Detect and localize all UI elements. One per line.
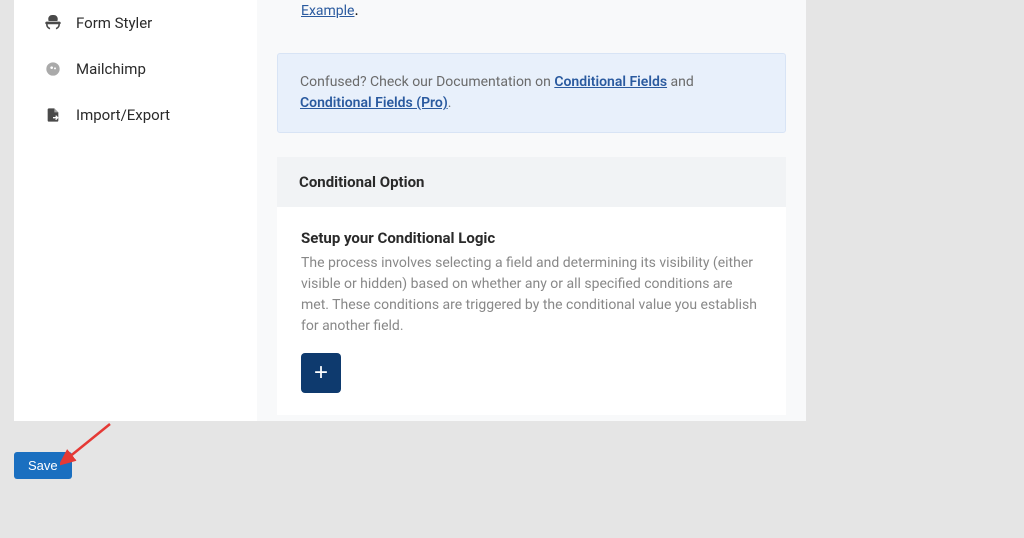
documentation-info-box: Confused? Check our Documentation on Con… — [277, 53, 786, 133]
main-content: Example. Confused? Check our Documentati… — [257, 0, 806, 421]
section-body: Setup your Conditional Logic The process… — [277, 207, 786, 415]
section-title: Setup your Conditional Logic — [301, 229, 762, 247]
mortar-icon — [44, 14, 62, 32]
sidebar-item-label: Mailchimp — [76, 60, 146, 78]
sidebar: Form Styler Mailchimp Import/Export — [14, 0, 257, 421]
sidebar-item-label: Form Styler — [76, 14, 152, 32]
example-box: Example. — [277, 0, 786, 33]
doc-link-conditional-fields[interactable]: Conditional Fields — [554, 74, 667, 90]
sidebar-item-import-export[interactable]: Import/Export — [14, 92, 257, 138]
sidebar-item-label: Import/Export — [76, 106, 170, 124]
add-condition-button[interactable]: + — [301, 353, 341, 393]
section-header-conditional-option: Conditional Option — [277, 157, 786, 207]
info-prefix: Confused? Check our Documentation on — [300, 74, 554, 90]
section-description: The process involves selecting a field a… — [301, 253, 762, 337]
info-suffix: . — [448, 95, 452, 111]
doc-link-conditional-fields-pro[interactable]: Conditional Fields (Pro) — [300, 95, 448, 111]
info-middle: and — [667, 74, 694, 90]
save-button[interactable]: Save — [14, 452, 72, 479]
sidebar-item-form-styler[interactable]: Form Styler — [14, 0, 257, 46]
example-link[interactable]: Example — [301, 3, 354, 19]
import-export-icon — [44, 106, 62, 124]
mailchimp-icon — [44, 60, 62, 78]
plus-icon: + — [314, 359, 328, 387]
settings-panel: Form Styler Mailchimp Import/Export Exam… — [14, 0, 806, 421]
sidebar-item-mailchimp[interactable]: Mailchimp — [14, 46, 257, 92]
